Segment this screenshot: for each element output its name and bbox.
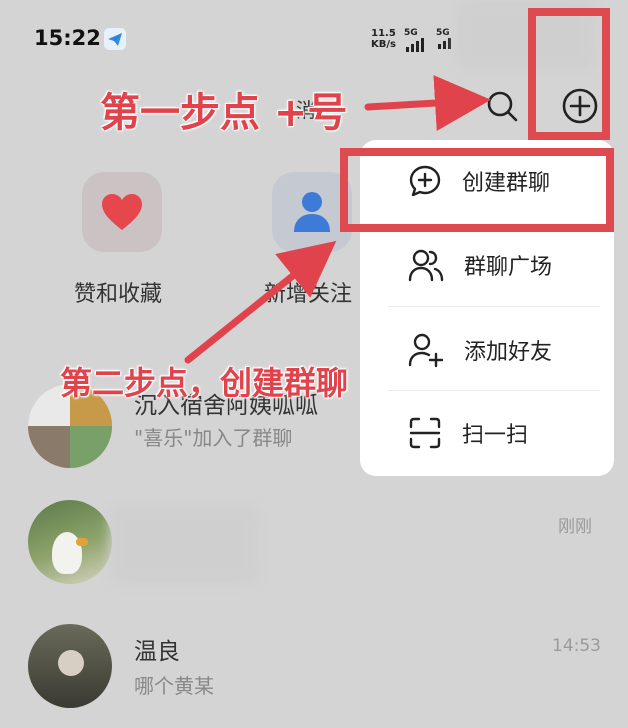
arrow-to-create-group xyxy=(184,240,337,364)
arrow-to-plus xyxy=(364,75,491,132)
step1-annotation: 第一步点 +号 xyxy=(100,90,348,136)
step2-annotation: 第二步点，创建群聊 xyxy=(60,364,349,402)
